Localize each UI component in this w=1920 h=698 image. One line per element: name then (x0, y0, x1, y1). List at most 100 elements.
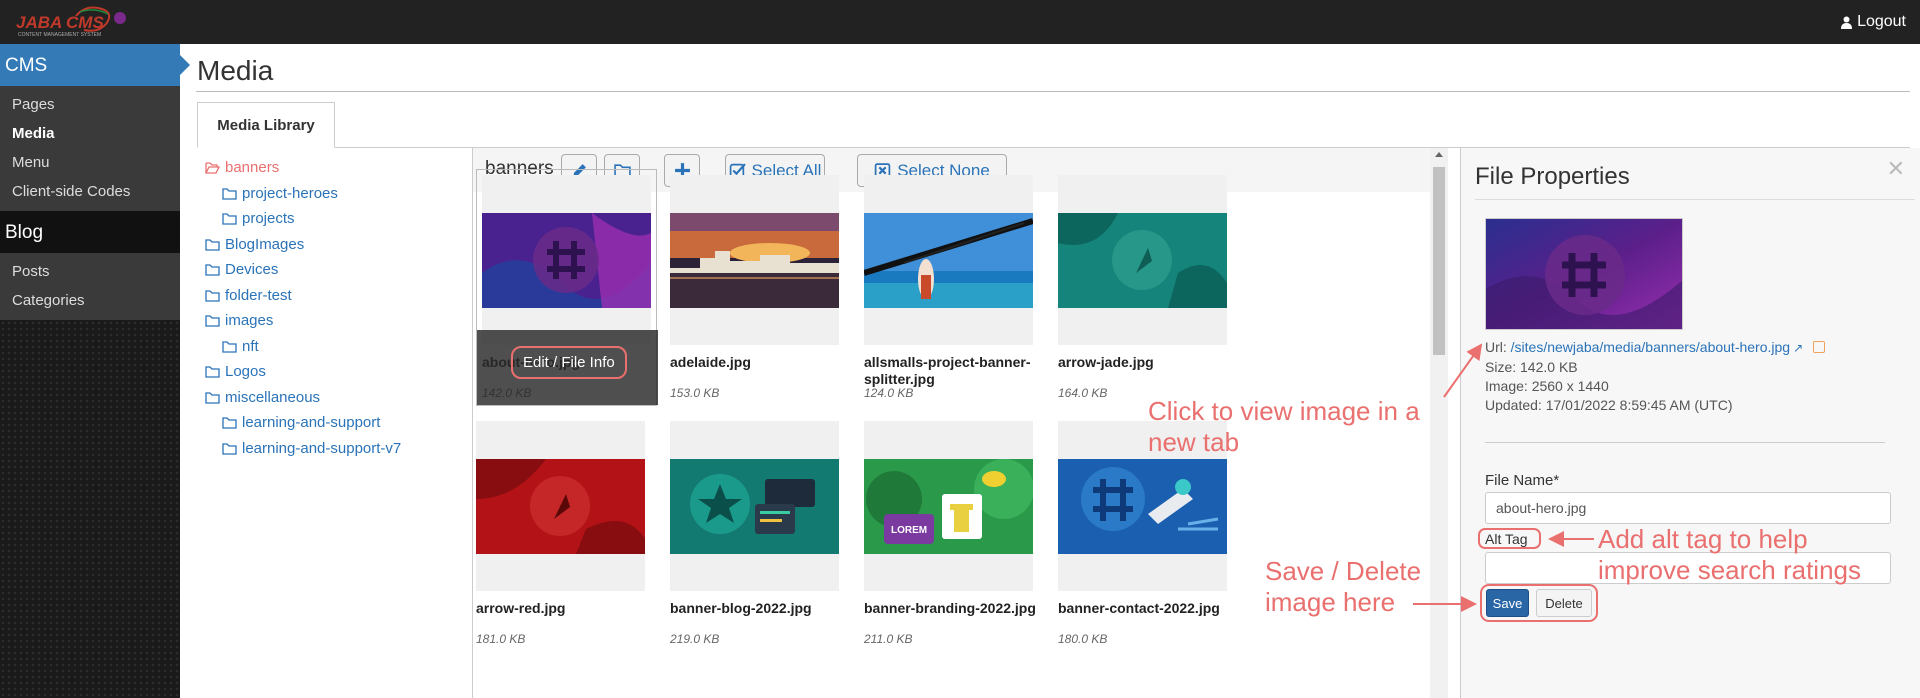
file-name-field[interactable] (1485, 492, 1891, 524)
edit-file-info-button[interactable]: Edit / File Info (511, 346, 627, 379)
file-thumbnail[interactable] (864, 175, 1033, 345)
file-thumbnail[interactable]: LOREM (864, 421, 1033, 591)
scroll-thumb[interactable] (1433, 167, 1445, 355)
sidebar-heading-cms[interactable]: CMS (0, 44, 190, 86)
file-tile[interactable]: about-hero.jpg142.0 KBEdit / File Info (476, 169, 658, 406)
folder-item[interactable]: BlogImages (205, 232, 470, 258)
file-image (864, 213, 1033, 308)
sidebar-cms-group: Pages Media Menu Client-side Codes (0, 86, 180, 211)
file-image: LOREM (864, 459, 1033, 554)
sidebar: CMS Pages Media Menu Client-side Codes B… (0, 44, 190, 698)
file-size: 181.0 KB (476, 632, 526, 646)
sidebar-heading-blog[interactable]: Blog (0, 211, 180, 253)
tile-hover-overlay: Edit / File Info (477, 330, 658, 405)
sidebar-item-media[interactable]: Media (0, 119, 180, 148)
file-image (476, 459, 645, 554)
folder-label: banners (225, 159, 280, 177)
file-thumbnail[interactable] (670, 175, 839, 345)
file-tile[interactable]: banner-blog-2022.jpg 219.0 KB (670, 421, 849, 646)
annotation-save-delete: Save / Delete image here (1265, 556, 1421, 618)
save-button[interactable]: Save (1486, 589, 1529, 617)
folder-item[interactable]: projects (205, 206, 470, 232)
svg-text:JABA: JABA (16, 13, 62, 32)
files-scrollbar[interactable] (1430, 148, 1448, 698)
delete-button[interactable]: Delete (1536, 589, 1592, 617)
file-size: 153.0 KB (670, 386, 720, 400)
folder-item[interactable]: Logos (205, 359, 470, 385)
annotation-alt-tag-line2: improve search ratings (1598, 555, 1861, 585)
folder-icon (222, 341, 237, 353)
properties-divider-2 (1485, 442, 1885, 443)
copy-icon[interactable] (1813, 341, 1826, 353)
folder-icon (205, 315, 220, 327)
sidebar-item-categories[interactable]: Categories (0, 286, 180, 315)
file-name: adelaide.jpg (670, 354, 751, 370)
folder-item[interactable]: learning-and-support-v7 (205, 436, 470, 462)
file-thumbnail[interactable] (476, 421, 645, 591)
folder-icon (222, 213, 237, 225)
sidebar-item-pages[interactable]: Pages (0, 90, 180, 119)
folder-icon (205, 239, 220, 251)
logout-label: Logout (1857, 13, 1906, 30)
file-size: 211.0 KB (864, 632, 913, 646)
page-title: Media (197, 55, 274, 86)
file-tile[interactable]: arrow-jade.jpg 164.0 KB (1058, 175, 1237, 400)
svg-text:LOREM: LOREM (891, 525, 927, 536)
folder-label: Logos (225, 363, 266, 381)
external-link-icon[interactable]: ↗ (1793, 339, 1803, 358)
folder-label: BlogImages (225, 235, 305, 253)
folder-icon (222, 417, 237, 429)
file-tile[interactable]: arrow-red.jpg 181.0 KB (476, 421, 655, 646)
folder-item[interactable]: banners (205, 155, 470, 181)
annotation-view-image-line2: new tab (1148, 427, 1240, 457)
folder-item[interactable]: images (205, 308, 470, 334)
file-tile[interactable]: allsmalls-project-banner-splitter.jpg 124… (864, 175, 1043, 400)
folder-icon (205, 290, 220, 302)
user-icon (1841, 16, 1853, 29)
annotation-save-delete-line1: Save / Delete (1265, 556, 1422, 586)
file-url-link[interactable]: /sites/newjaba/media/banners/about-hero.… (1511, 339, 1790, 355)
title-divider (196, 91, 1910, 92)
folder-item[interactable]: Devices (205, 257, 470, 283)
file-name: banner-blog-2022.jpg (670, 600, 812, 616)
file-name: arrow-jade.jpg (1058, 354, 1154, 370)
file-image (1058, 459, 1227, 554)
sidebar-item-posts[interactable]: Posts (0, 257, 180, 286)
folder-open-icon (205, 162, 220, 174)
folder-item[interactable]: project-heroes (205, 181, 470, 207)
folder-item[interactable]: learning-and-support (205, 410, 470, 436)
file-thumbnail[interactable] (670, 421, 839, 591)
folder-icon (205, 366, 220, 378)
logout-link[interactable]: Logout (1841, 13, 1906, 31)
file-size: 124.0 KB (864, 386, 914, 400)
close-icon[interactable]: ✕ (1887, 156, 1905, 182)
file-size: 164.0 KB (1058, 386, 1108, 400)
file-tile[interactable]: LOREM banner-branding-2022.jpg 211.0 KB (864, 421, 1043, 646)
file-image (1058, 213, 1227, 308)
annotation-view-image: Click to view image in a new tab (1148, 396, 1420, 458)
annotation-view-image-line1: Click to view image in a (1148, 396, 1420, 426)
folder-label: Devices (225, 261, 279, 279)
folder-item[interactable]: nft (205, 334, 470, 360)
sidebar-item-menu[interactable]: Menu (0, 148, 180, 177)
tab-media-library[interactable]: Media Library (197, 102, 335, 148)
file-thumbnail[interactable] (1058, 175, 1227, 345)
sidebar-item-client-side-codes[interactable]: Client-side Codes (0, 177, 180, 206)
file-tile[interactable]: adelaide.jpg 153.0 KB (670, 175, 849, 400)
file-name: allsmalls-project-banner-splitter.jpg (864, 354, 1031, 387)
properties-thumbnail[interactable] (1485, 218, 1683, 330)
folder-tree: banners project-heroes projects BlogImages D… (205, 155, 470, 461)
folder-icon (222, 188, 237, 200)
folder-item[interactable]: folder-test (205, 283, 470, 309)
file-thumbnail[interactable] (482, 175, 651, 345)
scroll-up-arrow[interactable] (1435, 152, 1443, 157)
file-size: 219.0 KB (670, 632, 720, 646)
folder-label: nft (242, 337, 259, 355)
properties-title: File Properties (1475, 163, 1630, 190)
annotation-alt-tag: Add alt tag to help improve search ratin… (1598, 524, 1861, 586)
folder-label: miscellaneous (225, 388, 321, 406)
file-image (482, 213, 651, 308)
properties-info: Url: /sites/newjaba/media/banners/about-… (1485, 338, 1826, 415)
jaba-cms-logo[interactable]: JABA CMS CONTENT MANAGEMENT SYSTEM (14, 6, 134, 38)
folder-item[interactable]: miscellaneous (205, 385, 470, 411)
